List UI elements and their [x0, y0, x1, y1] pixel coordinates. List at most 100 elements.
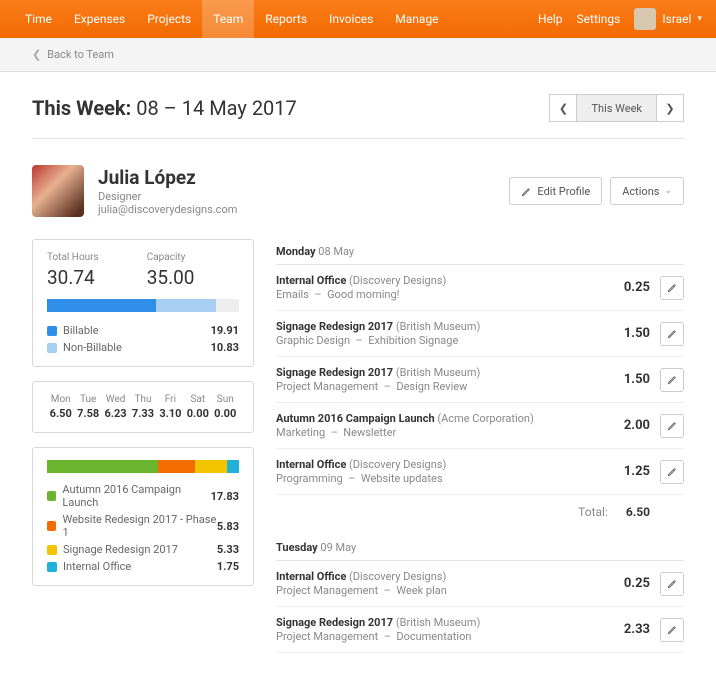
- weekday-label: Fri: [157, 394, 184, 405]
- profile-name: Julia López: [98, 166, 237, 189]
- nonbillable-bar: [156, 299, 216, 312]
- edit-entry-button[interactable]: [660, 322, 684, 346]
- weekday: Mon6.50: [47, 394, 74, 420]
- time-entry: Signage Redesign 2017 (British Museum)Gr…: [276, 311, 684, 357]
- projects-bar: [47, 460, 239, 473]
- entry-project: Signage Redesign 2017: [276, 616, 393, 629]
- top-nav: TimeExpensesProjectsTeamReportsInvoicesM…: [0, 0, 716, 38]
- pencil-icon: [521, 186, 532, 197]
- edit-entry-button[interactable]: [660, 460, 684, 484]
- weekday: Thu7.33: [129, 394, 156, 420]
- entry-project: Internal Office: [276, 570, 346, 583]
- entry-project: Autumn 2016 Campaign Launch: [276, 412, 435, 425]
- entry-client: (British Museum): [396, 616, 480, 629]
- chevron-down-icon: ▾: [697, 14, 702, 24]
- pencil-icon: [667, 374, 678, 385]
- entry-task: Emails: [276, 288, 309, 301]
- nav-user[interactable]: Israel ▾: [634, 8, 702, 30]
- pencil-icon: [667, 466, 678, 477]
- weekday-label: Thu: [129, 394, 156, 405]
- edit-entry-button[interactable]: [660, 618, 684, 642]
- legend-swatch: [47, 491, 56, 501]
- edit-profile-button[interactable]: Edit Profile: [509, 177, 602, 205]
- project-legend-row: Website Redesign 2017 - Phase 15.83: [47, 513, 239, 539]
- pencil-icon: [667, 578, 678, 589]
- back-link[interactable]: Back to Team: [47, 48, 114, 61]
- weekday: Sat0.00: [184, 394, 211, 420]
- legend-swatch: [47, 343, 57, 353]
- subnav: ❮ Back to Team: [0, 38, 716, 72]
- weekday-label: Tue: [74, 394, 101, 405]
- nav-item-expenses[interactable]: Expenses: [63, 0, 136, 38]
- entry-project: Internal Office: [276, 458, 346, 471]
- project-legend-row: Signage Redesign 2017 5.33: [47, 543, 239, 556]
- profile-photo: [32, 165, 84, 217]
- billable-label: Billable: [63, 324, 99, 337]
- project-hours: 5.33: [217, 543, 239, 556]
- weekday: Tue7.58: [74, 394, 101, 420]
- nonbillable-value: 10.83: [211, 341, 239, 354]
- weekday-value: 0.00: [212, 407, 239, 420]
- actions-label: Actions: [622, 185, 659, 198]
- edit-entry-button[interactable]: [660, 414, 684, 438]
- left-column: Total Hours 30.74 Capacity 35.00 Billabl…: [32, 239, 254, 586]
- entry-client: (Discovery Designs): [349, 274, 446, 287]
- entry-note: Design Review: [396, 380, 467, 393]
- page-title: This Week: 08 – 14 May 2017: [32, 96, 297, 120]
- entry-task: Project Management: [276, 584, 378, 597]
- nav-item-team[interactable]: Team: [202, 0, 254, 38]
- entry-client: (Acme Corporation): [437, 412, 533, 425]
- project-hours: 1.75: [217, 560, 239, 573]
- project-bar-segment: [195, 460, 228, 473]
- entry-hours: 1.50: [610, 326, 650, 341]
- project-legend-row: Internal Office 1.75: [47, 560, 239, 573]
- profile-info: Julia López Designer julia@discoverydesi…: [98, 166, 237, 216]
- profile-email: julia@discoverydesigns.com: [98, 203, 237, 216]
- legend-swatch: [47, 562, 57, 572]
- nav-item-manage[interactable]: Manage: [384, 0, 449, 38]
- time-entry: Signage Redesign 2017 (British Museum)Pr…: [276, 607, 684, 653]
- weekday-label: Wed: [102, 394, 129, 405]
- profile: Julia López Designer julia@discoverydesi…: [32, 165, 684, 217]
- total-label: Total:: [578, 505, 608, 519]
- entry-note: Newsletter: [343, 426, 396, 439]
- total-hours-label: Total Hours: [47, 252, 99, 263]
- actions-button[interactable]: Actions ⌄: [610, 177, 684, 205]
- title-row: This Week: 08 – 14 May 2017 ❮ This Week …: [32, 94, 684, 139]
- prev-week-button[interactable]: ❮: [549, 94, 577, 122]
- project-bar-segment: [227, 460, 239, 473]
- weekday-label: Sun: [212, 394, 239, 405]
- nav-settings[interactable]: Settings: [577, 12, 621, 26]
- nav-item-invoices[interactable]: Invoices: [318, 0, 384, 38]
- nav-item-projects[interactable]: Projects: [136, 0, 202, 38]
- edit-entry-button[interactable]: [660, 368, 684, 392]
- edit-entry-button[interactable]: [660, 276, 684, 300]
- entry-note: Week plan: [396, 584, 446, 597]
- project-name: Internal Office: [63, 560, 131, 573]
- billable-value: 19.91: [211, 324, 239, 337]
- project-bar-segment: [158, 460, 194, 473]
- entry-hours: 1.25: [610, 464, 650, 479]
- next-week-button[interactable]: ❯: [656, 94, 684, 122]
- nav-item-reports[interactable]: Reports: [254, 0, 318, 38]
- nav-help[interactable]: Help: [538, 12, 563, 26]
- project-name: Autumn 2016 Campaign Launch: [62, 483, 210, 509]
- edit-entry-button[interactable]: [660, 572, 684, 596]
- chevron-left-icon: ❮: [32, 48, 41, 61]
- title-label: This Week:: [32, 96, 131, 120]
- nav-username: Israel: [662, 12, 691, 26]
- entry-client: (Discovery Designs): [349, 570, 446, 583]
- this-week-button[interactable]: This Week: [577, 94, 656, 122]
- weekday-value: 6.23: [102, 407, 129, 420]
- project-name: Website Redesign 2017 - Phase 1: [62, 513, 216, 539]
- weekdays-box: Mon6.50Tue7.58Wed6.23Thu7.33Fri3.10Sat0.…: [32, 381, 254, 433]
- entry-task: Marketing: [276, 426, 325, 439]
- project-name: Signage Redesign 2017: [63, 543, 178, 556]
- legend-swatch: [47, 545, 57, 555]
- title-range: 08 – 14 May 2017: [136, 96, 297, 120]
- timesheet: Monday 08 MayInternal Office (Discovery …: [276, 239, 684, 653]
- hours-bar: [47, 299, 239, 312]
- nav-item-time[interactable]: Time: [14, 0, 63, 38]
- time-entry: Autumn 2016 Campaign Launch (Acme Corpor…: [276, 403, 684, 449]
- entry-hours: 1.50: [610, 372, 650, 387]
